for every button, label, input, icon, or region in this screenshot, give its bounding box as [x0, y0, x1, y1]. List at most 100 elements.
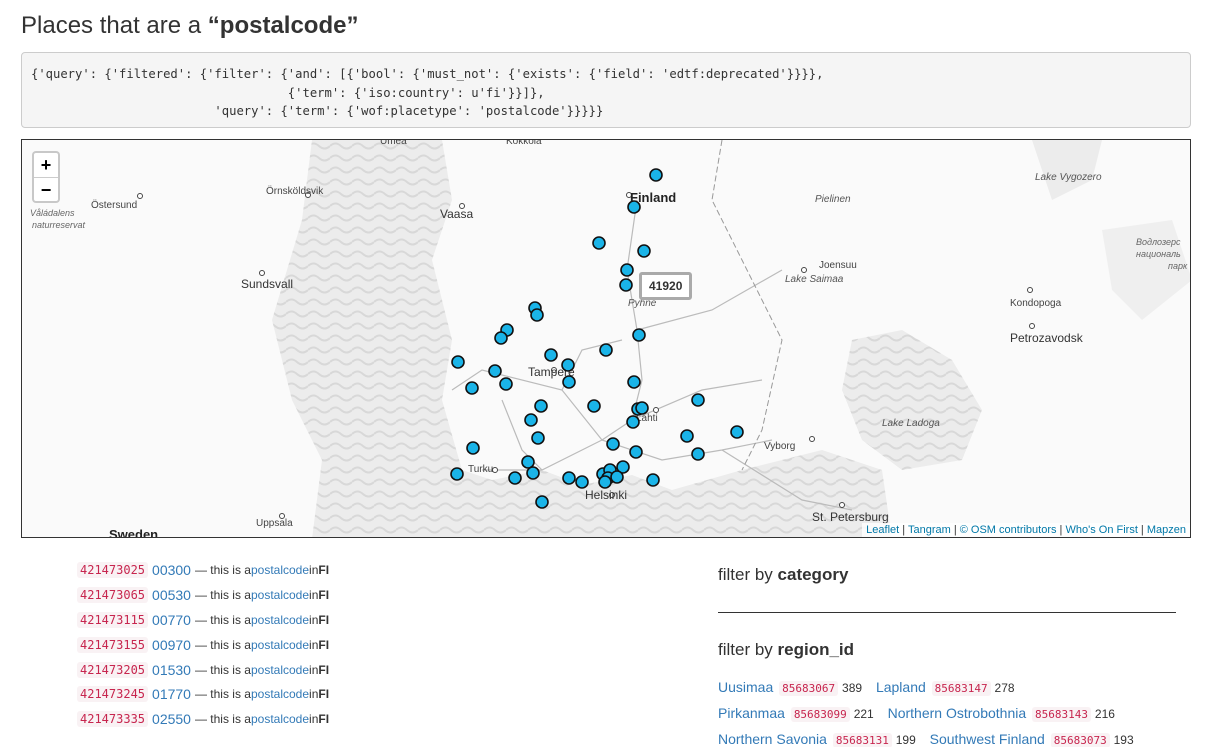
- region-code: 85683073: [1050, 733, 1110, 747]
- result-desc: — this is a: [194, 637, 251, 652]
- map-label: Våládalens: [30, 208, 75, 218]
- attribution-leaflet-link[interactable]: Leaflet: [866, 524, 899, 536]
- result-in: in: [309, 637, 319, 652]
- region-count: 389: [842, 681, 863, 695]
- result-id: 421473155: [77, 636, 149, 653]
- region-link[interactable]: Lapland: [876, 679, 926, 695]
- postalcode-marker: [598, 475, 612, 489]
- region-link[interactable]: Northern Ostrobothnia: [888, 705, 1027, 721]
- postalcode-marker: [627, 200, 641, 214]
- postalcode-marker: [637, 244, 651, 258]
- postalcode-marker: [534, 399, 548, 413]
- attribution-osm-link[interactable]: © OSM contributors: [960, 524, 1057, 536]
- postalcode-marker: [451, 355, 465, 369]
- region-code: 85683099: [790, 707, 850, 722]
- result-desc: — this is a: [194, 588, 251, 603]
- map-label: Kondopoga: [1010, 298, 1062, 309]
- result-country: FI: [318, 662, 330, 677]
- lake-vygozero: [1032, 140, 1102, 200]
- map-label: Joensuu: [819, 260, 857, 271]
- region-link[interactable]: Northern Savonia: [718, 731, 827, 747]
- place-dot: [1027, 287, 1033, 293]
- map-label: Turku: [468, 464, 493, 475]
- border-line: [711, 140, 783, 471]
- attribution-tangram-link[interactable]: Tangram: [908, 524, 951, 536]
- zoom-control: + −: [32, 151, 60, 203]
- result-desc: — this is a: [194, 687, 251, 702]
- postalcode-marker: [535, 495, 549, 509]
- result-postalcode-link[interactable]: 00970: [152, 637, 191, 653]
- attribution-mapzen-link[interactable]: Mapzen: [1147, 524, 1186, 536]
- result-item: 421473245 01770 — this is a postalcode i…: [77, 682, 329, 707]
- map[interactable]: Finland Vaasa Östersund Örnsköldsvik Våládal…: [21, 139, 1191, 538]
- place-dot: [801, 267, 807, 273]
- attribution-wof-link[interactable]: Who's On First: [1065, 524, 1137, 536]
- postalcode-marker: [626, 415, 640, 429]
- postalcode-marker: [494, 331, 508, 345]
- map-label: националь: [1136, 249, 1181, 259]
- result-placetype-link[interactable]: postalcode: [251, 638, 309, 652]
- postalcode-marker: [632, 328, 646, 342]
- place-dot: [259, 270, 265, 276]
- map-label: Lake Saimaa: [785, 274, 844, 285]
- result-country: FI: [318, 712, 330, 727]
- result-item: 421473205 01530 — this is a postalcode i…: [77, 657, 329, 682]
- map-attribution: Leaflet | Tangram | © OSM contributors |…: [862, 523, 1190, 537]
- result-in: in: [309, 712, 319, 727]
- region-item: Southwest Finland 85683073 193: [930, 727, 1134, 747]
- result-placetype-link[interactable]: postalcode: [251, 588, 309, 602]
- region-count: 278: [994, 681, 1015, 695]
- zoom-in-button[interactable]: +: [34, 153, 58, 177]
- result-id: 421473205: [77, 661, 149, 678]
- map-tooltip: 41920: [639, 272, 693, 300]
- result-postalcode-link[interactable]: 00300: [152, 562, 191, 578]
- results-list: 421473025 00300 — this is a postalcode i…: [77, 558, 329, 732]
- result-item: 421473025 00300 — this is a postalcode i…: [77, 558, 329, 583]
- result-postalcode-link[interactable]: 00770: [152, 612, 191, 628]
- region-link[interactable]: Southwest Finland: [930, 731, 1045, 747]
- result-in: in: [309, 563, 319, 578]
- postalcode-marker: [635, 401, 649, 415]
- map-canvas[interactable]: FinlandVaasaÖstersundÖrnsköldsvikVåládal…: [22, 140, 1191, 538]
- postalcode-marker: [627, 375, 641, 389]
- region-item: Northern Savonia 85683131 199: [718, 727, 916, 747]
- region-count: 199: [895, 733, 916, 747]
- result-id: 421473335: [77, 711, 149, 728]
- result-placetype-link[interactable]: postalcode: [251, 663, 309, 677]
- place-dot: [137, 193, 143, 199]
- postalcode-marker: [530, 308, 544, 322]
- road: [601, 439, 773, 461]
- result-postalcode-link[interactable]: 01530: [152, 662, 191, 678]
- map-label: naturreservat: [32, 220, 86, 230]
- result-desc: — this is a: [194, 563, 251, 578]
- result-placetype-link[interactable]: postalcode: [251, 613, 309, 627]
- postalcode-marker: [649, 168, 663, 182]
- result-placetype-link[interactable]: postalcode: [251, 712, 309, 726]
- map-label: Lake Vygozero: [1035, 172, 1102, 183]
- zoom-out-button[interactable]: −: [34, 177, 58, 201]
- result-in: in: [309, 662, 319, 677]
- region-link[interactable]: Pirkanmaa: [718, 705, 785, 721]
- result-postalcode-link[interactable]: 01770: [152, 686, 191, 702]
- postalcode-marker: [610, 470, 624, 484]
- region-link[interactable]: Uusimaa: [718, 679, 773, 695]
- map-label: Sweden: [109, 527, 158, 538]
- postalcode-marker: [531, 431, 545, 445]
- region-code: 85683131: [832, 733, 892, 747]
- result-placetype-link[interactable]: postalcode: [251, 687, 309, 701]
- region-code: 85683147: [931, 681, 991, 696]
- map-label: Sundsvall: [241, 277, 293, 291]
- place-dot: [1029, 323, 1035, 329]
- region-code: 85683143: [1032, 707, 1092, 722]
- region-item: Lapland 85683147 278: [876, 675, 1015, 701]
- postalcode-marker: [561, 358, 575, 372]
- result-placetype-link[interactable]: postalcode: [251, 563, 309, 577]
- postalcode-marker: [599, 343, 613, 357]
- map-label: Kokkola: [506, 140, 542, 147]
- result-id: 421473025: [77, 562, 149, 579]
- result-postalcode-link[interactable]: 00530: [152, 587, 191, 603]
- place-dot: [653, 407, 659, 413]
- result-postalcode-link[interactable]: 02550: [152, 711, 191, 727]
- map-label: Örnsköldsvik: [266, 185, 324, 197]
- postalcode-marker: [466, 441, 480, 455]
